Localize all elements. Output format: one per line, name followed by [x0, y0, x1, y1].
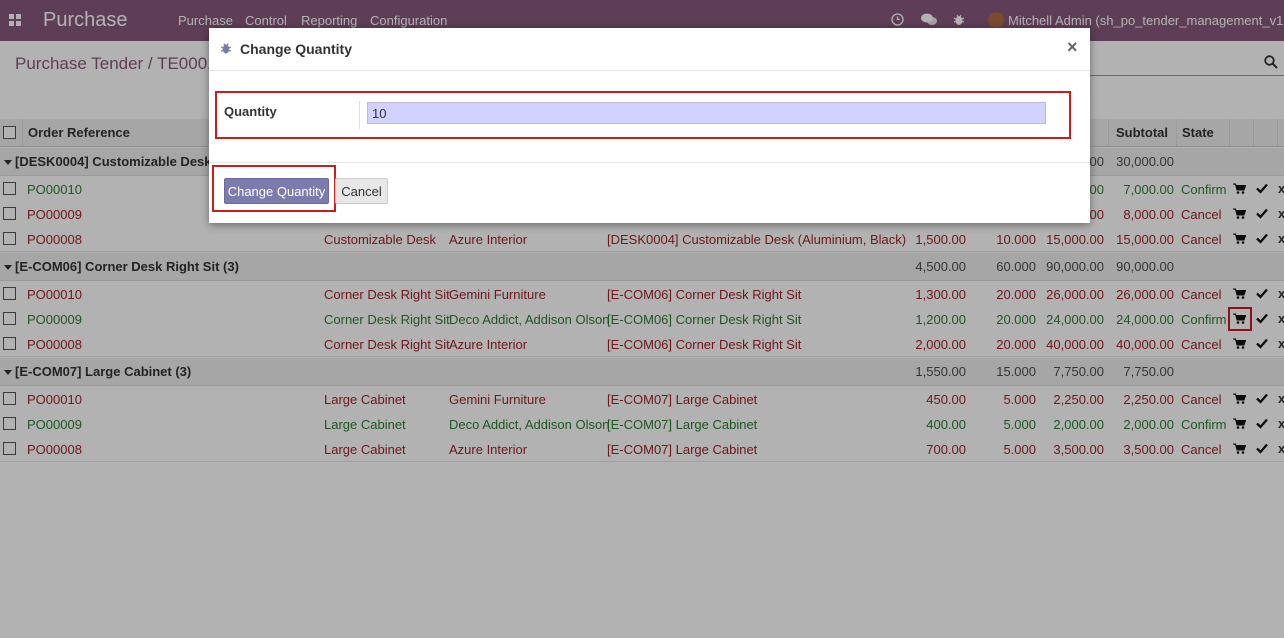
quantity-field-highlight: Quantity: [215, 91, 1071, 139]
close-icon[interactable]: ×: [1067, 37, 1078, 58]
change-quantity-button[interactable]: Change Quantity: [224, 178, 329, 204]
modal-body: Quantity: [209, 71, 1090, 162]
quantity-input[interactable]: [367, 102, 1046, 124]
modal-footer: Change Quantity Cancel: [209, 162, 1090, 224]
change-quantity-dialog: Change Quantity × Quantity Change Quanti…: [209, 28, 1090, 223]
field-divider: [359, 101, 360, 129]
bug-icon: [220, 43, 232, 54]
modal-title: Change Quantity: [240, 41, 353, 57]
quantity-label: Quantity: [224, 104, 277, 119]
cancel-button[interactable]: Cancel: [335, 178, 388, 204]
modal-header: Change Quantity ×: [209, 28, 1090, 71]
